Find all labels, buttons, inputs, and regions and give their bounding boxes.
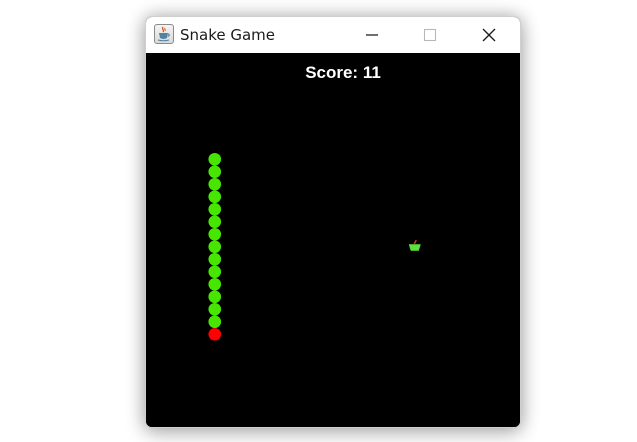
apple-icon — [408, 239, 421, 251]
apple-body — [408, 244, 421, 251]
snake-body-segment — [208, 227, 222, 241]
snake-body-segment — [208, 302, 222, 316]
snake-body-segment — [208, 315, 222, 329]
window-title: Snake Game — [180, 26, 276, 44]
snake-body-segment — [208, 165, 222, 179]
snake-body-segment — [208, 265, 222, 279]
snake-body-segment — [208, 240, 222, 254]
title-bar[interactable]: Snake Game — [146, 17, 520, 53]
snake-body-segment — [208, 215, 222, 229]
snake-body-segment — [208, 202, 222, 216]
board-canvas — [208, 152, 421, 341]
maximize-button[interactable] — [407, 17, 453, 53]
game-window: Snake Game Score: 11 — [145, 16, 521, 428]
snake-body-segment — [208, 190, 222, 204]
snake-body-segment — [208, 252, 222, 266]
snake-head — [208, 327, 222, 341]
minimize-icon — [366, 34, 378, 36]
java-cup-icon — [154, 24, 174, 44]
close-button[interactable] — [466, 17, 512, 53]
snake-body-segment — [208, 277, 222, 291]
apple-stem — [413, 239, 417, 245]
maximize-icon — [423, 28, 437, 42]
snake-body-segment — [208, 290, 222, 304]
snake-body-segment — [208, 152, 222, 166]
snake-body-segment — [208, 177, 222, 191]
minimize-button[interactable] — [349, 17, 395, 53]
close-icon — [482, 28, 496, 42]
game-board[interactable]: Score: 11 — [146, 53, 520, 427]
score-label: Score: 11 — [305, 63, 381, 82]
